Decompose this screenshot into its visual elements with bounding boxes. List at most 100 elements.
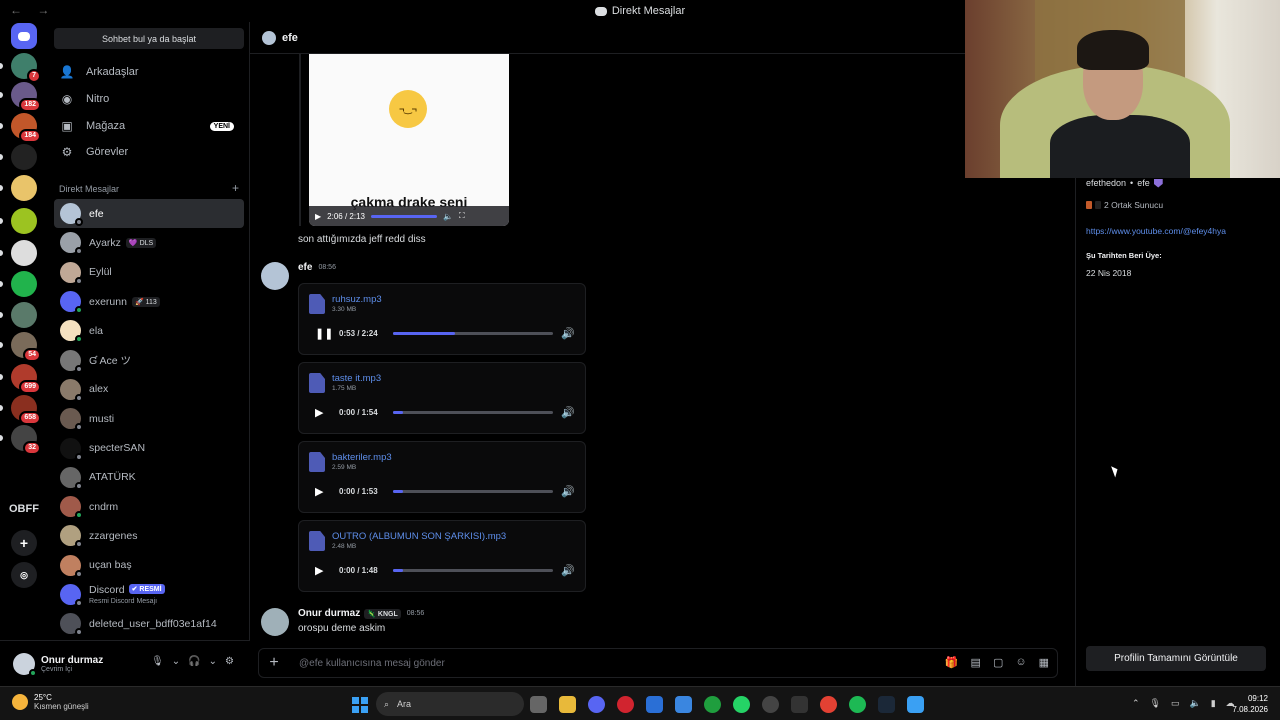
whatsapp-icon[interactable] [733, 696, 750, 713]
server-icon[interactable]: 54 [11, 332, 41, 362]
audio-file-name[interactable]: OUTRO (ALBUMUN SON ŞARKISI).mp3 [332, 531, 506, 542]
server-icon[interactable] [11, 271, 37, 297]
store-icon[interactable] [675, 696, 692, 713]
server-icon[interactable]: 7 [11, 53, 41, 83]
notepad-icon[interactable] [907, 696, 924, 713]
dm-item[interactable]: cndrm [54, 492, 244, 521]
dm-item[interactable]: efe [54, 199, 244, 229]
dm-item[interactable]: deleted_user_bdff03e1af14 [54, 609, 244, 638]
fullscreen-icon[interactable]: ⛶ [459, 211, 465, 221]
add-server-icon[interactable]: + [11, 530, 37, 556]
server-icon[interactable]: 658 [11, 395, 41, 425]
server-icon[interactable]: 184 [11, 113, 41, 143]
mutual-servers[interactable]: 2 Ortak Sunucu [1086, 200, 1163, 210]
recipient-name[interactable]: efe [282, 32, 298, 44]
video-attachment[interactable]: ¬‿¬ çakma drake seni ▶ 2:06 / 2:13 🔈 ⛶ [309, 54, 509, 226]
settings-gear-icon[interactable]: ⚙ [225, 656, 234, 667]
weather-widget[interactable]: 25°C Kısmen güneşli [12, 693, 89, 711]
file-explorer-icon[interactable] [559, 696, 576, 713]
dm-item[interactable]: musti [54, 404, 244, 433]
server-icon[interactable]: 699 [11, 364, 41, 394]
nav-nitro[interactable]: ◉ Nitro [54, 87, 244, 111]
dm-item[interactable]: Ɠ Ace ツ [54, 345, 244, 374]
opera-icon[interactable] [617, 696, 634, 713]
server-icon[interactable]: 182 [11, 82, 41, 112]
pause-icon[interactable]: ❚❚ [315, 327, 333, 340]
nav-shop[interactable]: ▣ Mağaza YENİ [54, 114, 244, 138]
chevron-down-icon[interactable]: ⌄ [172, 656, 180, 667]
epic-games-icon[interactable] [791, 696, 808, 713]
view-full-profile-button[interactable]: Profilin Tamamını Görüntüle [1086, 646, 1266, 671]
audio-file-name[interactable]: bakteriler.mp3 [332, 452, 392, 463]
history-nav-icons[interactable]: ← → [10, 3, 55, 17]
dm-item[interactable]: exerunn 🚀 113 [54, 287, 244, 316]
play-icon[interactable]: ▶ [315, 485, 327, 498]
battery-icon[interactable]: ▮ [1211, 698, 1216, 709]
audio-progress-bar[interactable] [393, 411, 553, 414]
server-icon[interactable] [11, 240, 37, 266]
dm-item[interactable]: Eylül [54, 258, 244, 287]
windows-start-icon[interactable] [352, 697, 368, 713]
audio-file-name[interactable]: taste it.mp3 [332, 373, 381, 384]
volume-icon[interactable]: 🔊 [561, 485, 575, 498]
dm-item[interactable]: ela [54, 316, 244, 345]
chrome-icon[interactable] [820, 696, 837, 713]
server-icon[interactable] [11, 302, 37, 328]
composer-placeholder[interactable]: @efe kullanıcısına mesaj gönder [299, 658, 445, 669]
dm-item[interactable]: Ayarkz 💜 DLS [54, 228, 244, 257]
nav-friends[interactable]: 👤 Arkadaşlar [54, 60, 244, 84]
outlook-icon[interactable] [646, 696, 663, 713]
server-icon[interactable] [11, 208, 37, 234]
gif-icon[interactable]: ▤ [971, 656, 981, 669]
volume-icon[interactable]: 🔊 [561, 406, 575, 419]
network-icon[interactable]: ▭ [1171, 698, 1180, 709]
spotify-icon[interactable] [849, 696, 866, 713]
microphone-icon[interactable]: 🎙 [1150, 698, 1161, 709]
microphone-icon[interactable]: 🎙 [151, 656, 164, 667]
dm-item[interactable]: zzargenes [54, 521, 244, 550]
sticker-icon[interactable]: ▢ [993, 656, 1003, 669]
play-icon[interactable]: ▶ [315, 406, 327, 419]
dm-search-input[interactable]: Sohbet bul ya da başlat [54, 28, 244, 49]
volume-icon[interactable]: 🔊 [561, 327, 575, 340]
xbox-icon[interactable] [704, 696, 721, 713]
dm-item[interactable]: specterSAN [54, 433, 244, 462]
author-avatar[interactable] [261, 608, 289, 636]
audio-progress-bar[interactable] [393, 569, 553, 572]
taskbar-clock[interactable]: 09:12 7.08.2026 [1232, 693, 1268, 715]
new-dm-icon[interactable]: + [232, 182, 239, 194]
chevron-up-icon[interactable]: ⌃ [1132, 698, 1140, 709]
server-icon[interactable]: 32 [11, 425, 41, 455]
server-obff[interactable]: OBFF [9, 503, 39, 515]
discover-icon[interactable]: ◎ [11, 562, 37, 588]
attach-plus-icon[interactable]: + [259, 654, 289, 672]
discord-icon[interactable] [588, 696, 605, 713]
play-icon[interactable]: ▶ [315, 564, 327, 577]
dm-item[interactable]: ATATÜRK [54, 463, 244, 492]
dm-item[interactable]: Discord ✔ RESMİ Resmi Discord Mesajı [54, 580, 244, 609]
apps-icon[interactable]: ▦ [1039, 656, 1049, 669]
volume-icon[interactable]: 🔈 [1190, 698, 1201, 709]
task-view-icon[interactable] [530, 696, 547, 713]
dm-item[interactable]: alex [54, 375, 244, 404]
video-progress-bar[interactable] [370, 214, 437, 218]
emoji-icon[interactable]: ☺ [1015, 656, 1026, 669]
audio-file-name[interactable]: ruhsuz.mp3 [332, 294, 382, 305]
taskbar-search[interactable]: ⌕ Ara [376, 692, 524, 716]
play-icon[interactable]: ▶ [315, 212, 321, 221]
volume-icon[interactable]: 🔈 [443, 212, 453, 221]
message-composer[interactable]: + @efe kullanıcısına mesaj gönder 🎁 ▤ ▢ … [258, 648, 1058, 678]
home-button[interactable] [11, 23, 37, 49]
gift-icon[interactable]: 🎁 [945, 656, 959, 669]
volume-icon[interactable]: 🔊 [561, 564, 575, 577]
recipient-avatar[interactable] [262, 30, 276, 45]
dm-item[interactable]: uçan baş [54, 551, 244, 580]
steam-icon[interactable] [878, 696, 895, 713]
audio-progress-bar[interactable] [393, 332, 553, 335]
user-avatar[interactable] [13, 652, 37, 677]
headphones-icon[interactable]: 🎧 [188, 656, 200, 667]
app-icon[interactable] [762, 696, 779, 713]
chevron-down-icon[interactable]: ⌄ [209, 656, 217, 667]
server-icon[interactable] [11, 175, 37, 201]
profile-link[interactable]: https://www.youtube.com/@efey4hya [1086, 226, 1226, 236]
